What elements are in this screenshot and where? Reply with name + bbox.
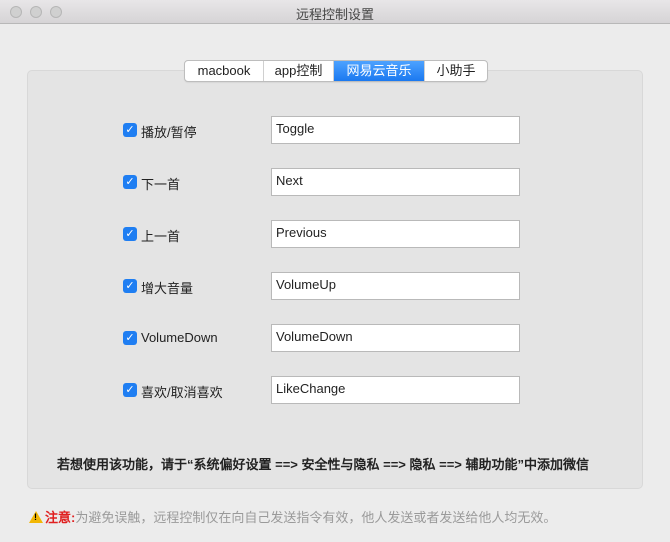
play-pause-label: 播放/暂停 bbox=[141, 125, 197, 140]
tab-assistant[interactable]: 小助手 bbox=[425, 61, 487, 81]
volume-up-label: 增大音量 bbox=[141, 281, 194, 296]
tab-bar: macbook app控制 网易云音乐 小助手 bbox=[184, 60, 488, 82]
settings-window: 远程控制设置 macbook app控制 网易云音乐 小助手 ✓ 播放/暂停 T… bbox=[0, 0, 670, 542]
next-label: 下一首 bbox=[141, 177, 181, 192]
volume-down-checkbox[interactable]: ✓ bbox=[123, 331, 137, 345]
play-pause-command-input[interactable]: Toggle bbox=[271, 116, 520, 144]
warning-icon bbox=[29, 511, 43, 523]
tab-macbook[interactable]: macbook bbox=[185, 61, 264, 81]
warning-label: 注意: bbox=[45, 510, 76, 525]
accessibility-notice: 若想使用该功能，请于“系统偏好设置 ==> 安全性与隐私 ==> 隐私 ==> … bbox=[57, 457, 589, 472]
window-title: 远程控制设置 bbox=[295, 7, 374, 22]
next-command-input[interactable]: Next bbox=[271, 168, 520, 196]
volume-up-command-input[interactable]: VolumeUp bbox=[271, 272, 520, 300]
like-change-command-input[interactable]: LikeChange bbox=[271, 376, 520, 404]
play-pause-checkbox[interactable]: ✓ bbox=[123, 123, 137, 137]
volume-up-checkbox[interactable]: ✓ bbox=[123, 279, 137, 293]
previous-checkbox[interactable]: ✓ bbox=[123, 227, 137, 241]
previous-label: 上一首 bbox=[141, 229, 181, 244]
like-change-label: 喜欢/取消喜欢 bbox=[141, 385, 223, 400]
tab-app-control[interactable]: app控制 bbox=[264, 61, 334, 81]
like-change-checkbox[interactable]: ✓ bbox=[123, 383, 137, 397]
previous-command-input[interactable]: Previous bbox=[271, 220, 520, 248]
tab-netease-music[interactable]: 网易云音乐 bbox=[334, 61, 425, 81]
warning-footer: 注意:为避免误触，远程控制仅在向自己发送指令有效，他人发送或者发送给他人均无效。 bbox=[29, 507, 556, 526]
next-checkbox[interactable]: ✓ bbox=[123, 175, 137, 189]
warning-text: 为避免误触，远程控制仅在向自己发送指令有效，他人发送或者发送给他人均无效。 bbox=[75, 510, 557, 525]
volume-down-label: VolumeDown bbox=[141, 330, 218, 345]
title-bar: 远程控制设置 bbox=[0, 0, 670, 24]
volume-down-command-input[interactable]: VolumeDown bbox=[271, 324, 520, 352]
